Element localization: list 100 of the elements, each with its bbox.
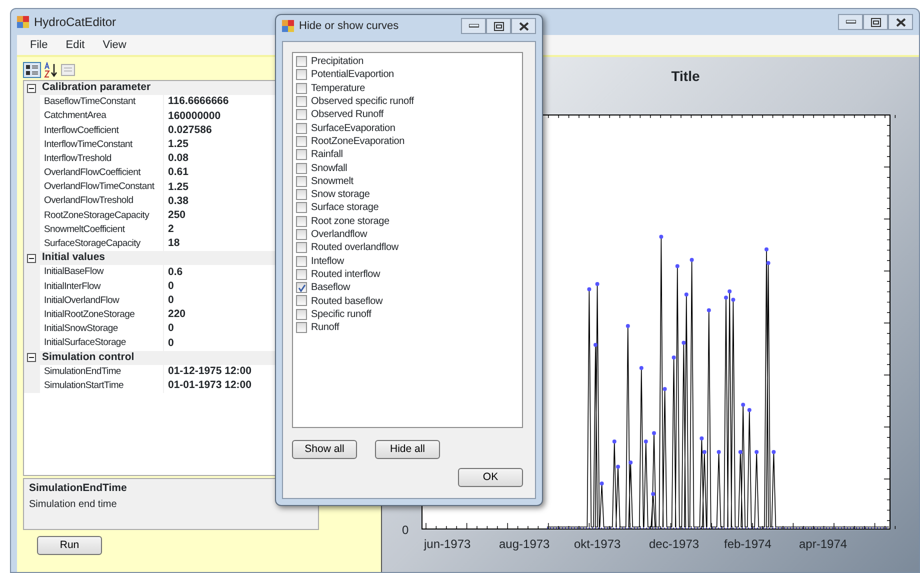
property-value[interactable]: 0.38 — [164, 194, 188, 210]
property-name: InterflowTimeConstant — [24, 138, 164, 152]
checkbox[interactable] — [296, 308, 307, 320]
curve-label[interactable]: Runoff — [311, 320, 340, 336]
checkbox[interactable] — [296, 56, 307, 68]
category-label: Initial values — [42, 250, 106, 266]
checkbox[interactable] — [296, 109, 307, 120]
curve-label[interactable]: Specific runoff — [311, 306, 372, 322]
show-all-button[interactable]: Show all — [292, 440, 357, 459]
curve-label[interactable]: Rainfall — [311, 147, 343, 162]
property-pages-icon — [61, 62, 75, 78]
property-value[interactable]: 0 — [164, 293, 174, 309]
category-label: Simulation control — [42, 350, 134, 365]
collapse-icon[interactable] — [27, 84, 36, 93]
curve-label[interactable]: Temperature — [311, 80, 365, 96]
minimize-button[interactable] — [461, 18, 486, 34]
checkbox[interactable] — [296, 122, 307, 134]
property-value[interactable]: 1.25 — [164, 136, 188, 153]
collapse-icon[interactable] — [27, 353, 36, 362]
curve-label[interactable]: Surface storage — [311, 200, 379, 216]
curve-label[interactable]: Precipitation — [311, 54, 364, 70]
property-value[interactable]: 250 — [164, 208, 186, 224]
curve-label[interactable]: Root zone storage — [311, 214, 390, 229]
curve-label[interactable]: Snowfall — [311, 160, 348, 176]
property-name: OverlandFlowTimeConstant — [24, 180, 164, 194]
property-value[interactable]: 0.027586 — [164, 122, 212, 139]
property-value[interactable]: 0 — [164, 336, 174, 352]
checkbox[interactable] — [296, 229, 307, 240]
checkbox[interactable] — [296, 268, 307, 280]
close-button[interactable] — [511, 18, 536, 34]
axis-label: aug-1973 — [499, 536, 550, 553]
app-icon — [17, 16, 29, 28]
close-button[interactable] — [888, 14, 913, 30]
minimize-button[interactable] — [838, 14, 863, 30]
property-value[interactable]: 18 — [164, 236, 180, 252]
axis-label: 0 — [402, 522, 409, 539]
checkbox[interactable] — [296, 322, 307, 334]
curve-label[interactable]: Observed Runoff — [311, 107, 384, 122]
checkbox[interactable] — [296, 82, 307, 94]
curve-label[interactable]: Baseflow — [311, 280, 350, 296]
curve-label[interactable]: Observed specific runoff — [311, 94, 414, 110]
ok-button[interactable]: OK — [458, 468, 523, 487]
property-value[interactable]: 160000000 — [164, 108, 221, 124]
curve-label[interactable]: Snowmelt — [311, 174, 354, 189]
dialog-title: Hide or show curves — [299, 18, 399, 34]
menu-item[interactable]: View — [94, 36, 136, 54]
property-name: SnowmeltCoefficient — [24, 222, 164, 238]
property-name: InterflowTreshold — [24, 152, 164, 166]
menu-item[interactable]: Edit — [56, 36, 94, 54]
curve-label[interactable]: Routed baseflow — [311, 294, 382, 308]
property-value[interactable]: 0.08 — [164, 151, 188, 167]
checkbox[interactable] — [296, 202, 307, 214]
checkbox[interactable] — [296, 176, 307, 187]
property-name: InitialOverlandFlow — [24, 294, 164, 308]
property-value[interactable]: 2 — [164, 222, 174, 238]
property-name: InitialRootZoneStorage — [24, 308, 164, 322]
curve-label[interactable]: Inteflow — [311, 254, 344, 269]
checkbox[interactable] — [296, 295, 307, 306]
checkbox[interactable] — [296, 189, 307, 200]
property-name: BaseflowTimeConstant — [24, 95, 164, 110]
property-value[interactable]: 01-12-1975 12:00 — [164, 364, 252, 380]
curve-label[interactable]: Overlandflow — [311, 227, 367, 242]
close-icon — [518, 22, 528, 30]
checkbox[interactable] — [296, 136, 307, 147]
curve-label[interactable]: RootZoneEvaporation — [311, 134, 404, 149]
property-value[interactable]: 0 — [164, 321, 174, 338]
checkbox[interactable] — [296, 216, 307, 227]
property-value[interactable]: 116.6666666 — [164, 94, 229, 110]
curve-label[interactable]: SurfaceEvaporation — [311, 120, 396, 136]
checkbox[interactable] — [296, 96, 307, 108]
property-value[interactable]: 0.61 — [164, 165, 188, 182]
curve-label[interactable]: PotentialEvaportion — [311, 67, 394, 82]
checkbox[interactable] — [296, 242, 307, 254]
property-name: SimulationStartTime — [24, 378, 164, 394]
property-value[interactable]: 220 — [164, 307, 186, 323]
app-icon — [282, 20, 294, 32]
checkbox[interactable] — [296, 162, 307, 174]
menu-item[interactable]: File — [21, 36, 57, 54]
sort-alphabetical-icon[interactable] — [44, 62, 58, 78]
curve-label[interactable]: Routed interflow — [311, 266, 380, 282]
property-value[interactable]: 0.6 — [164, 264, 183, 280]
property-name: InitialSnowStorage — [24, 322, 164, 336]
run-button[interactable]: Run — [37, 536, 102, 555]
maximize-button[interactable] — [486, 18, 511, 34]
checkbox[interactable] — [296, 282, 307, 294]
collapse-icon[interactable] — [27, 254, 36, 263]
checkbox[interactable] — [296, 256, 307, 267]
axis-label: dec-1973 — [649, 536, 700, 553]
categorized-view-icon[interactable] — [23, 62, 41, 78]
maximize-button[interactable] — [863, 14, 888, 30]
description-title: SimulationEndTime — [29, 481, 128, 496]
window-title: HydroCatEditor — [34, 14, 116, 31]
property-value[interactable]: 01-01-1973 12:00 — [164, 378, 252, 394]
hide-all-button[interactable]: Hide all — [375, 440, 440, 459]
checkbox[interactable] — [296, 149, 307, 160]
property-value[interactable]: 0 — [164, 278, 174, 295]
curve-label[interactable]: Snow storage — [311, 187, 370, 202]
curve-label[interactable]: Routed overlandflow — [311, 240, 398, 256]
checkbox[interactable] — [296, 69, 307, 80]
property-value[interactable]: 1.25 — [164, 180, 188, 196]
